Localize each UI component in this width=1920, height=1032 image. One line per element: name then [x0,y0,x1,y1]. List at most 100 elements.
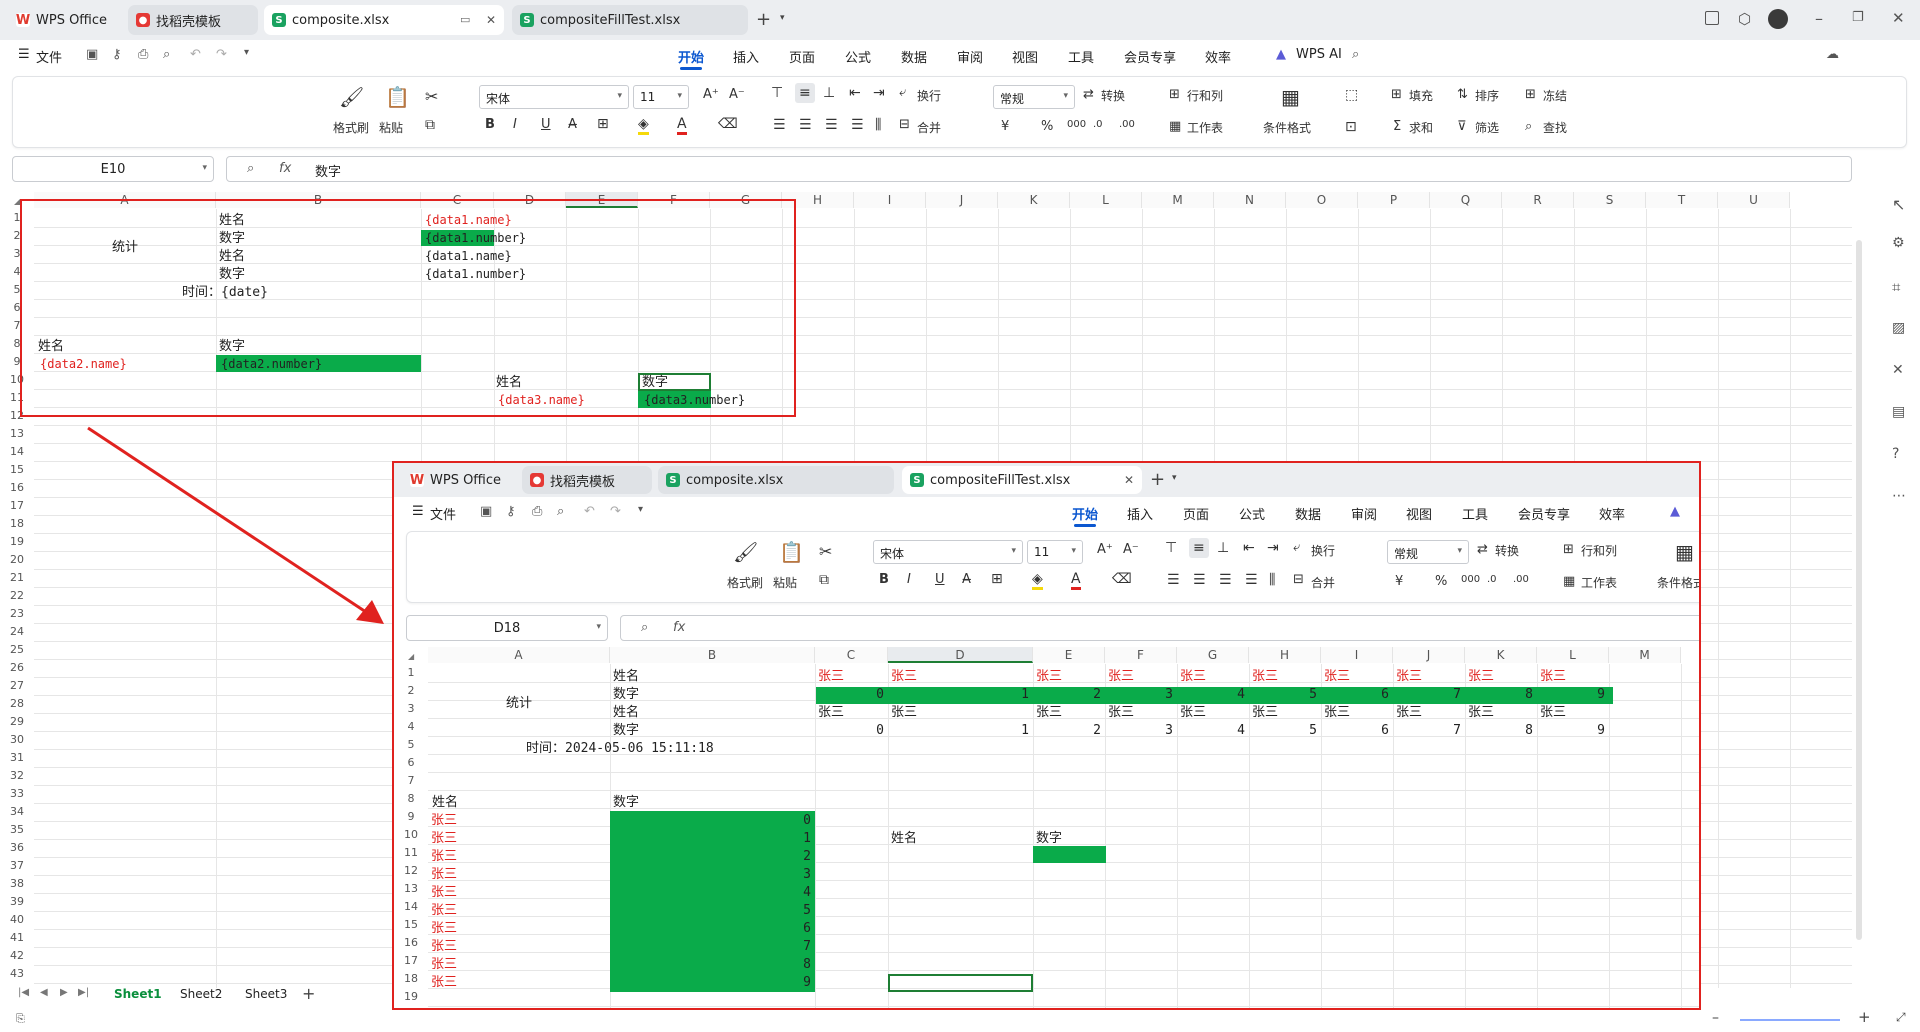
underline-icon[interactable]: U [935,572,945,587]
undo-icon[interactable]: ↶ [584,504,595,519]
redo-icon[interactable]: ↷ [216,47,227,62]
b-column-number-cell[interactable]: 1 [610,831,811,846]
freeze-button[interactable]: 冻结 [1543,87,1567,104]
column-header-h[interactable]: H [1249,647,1321,663]
menu-home[interactable]: 开始 [678,47,704,70]
column-header-t[interactable]: T [1646,192,1718,208]
last-sheet-icon[interactable]: ▶| [78,987,89,998]
number-format-select[interactable]: 常规 ▾ [1387,540,1469,564]
row1-name-cell[interactable]: 张三 [1108,669,1134,684]
redo-icon[interactable]: ↷ [610,504,621,519]
row3-name-cell[interactable]: 张三 [1324,705,1350,720]
row2-number-cell[interactable]: 3 [1105,687,1173,702]
row4-number-cell[interactable]: 1 [888,723,1029,738]
paste-icon[interactable]: 📋 [779,540,804,564]
row-header-15[interactable]: 15 [396,918,426,931]
align-bottom-icon[interactable]: ⊥ [823,85,835,101]
align-left-icon[interactable]: ☰ [1167,572,1180,588]
row-header-28[interactable]: 28 [2,697,32,710]
row3-name-cell[interactable]: 张三 [1036,705,1062,720]
column-header-q[interactable]: Q [1430,192,1502,208]
column-header-i[interactable]: I [1321,647,1393,663]
row-header-16[interactable]: 16 [396,936,426,949]
row3-name-cell[interactable]: 张三 [1540,705,1566,720]
a-column-name-cell[interactable]: 张三 [431,867,457,882]
cell-time[interactable]: 时间：2024-05-06 15:11:18 [526,741,714,756]
close-window-icon[interactable]: ✕ [1892,9,1905,27]
row1-name-cell[interactable]: 张三 [818,669,844,684]
cell-b4[interactable]: 数字 [613,723,639,738]
column-header-f[interactable]: F [1105,647,1177,663]
more-chevron-icon[interactable]: ▾ [244,47,249,58]
row-header-10[interactable]: 10 [396,828,426,841]
worksheet-button[interactable]: 工作表 [1581,574,1617,591]
row-header-42[interactable]: 42 [2,949,32,962]
a-column-name-cell[interactable]: 张三 [431,903,457,918]
cell-b3[interactable]: 姓名 [613,705,639,720]
b-column-number-cell[interactable]: 9 [610,975,811,990]
row2-number-cell[interactable]: 2 [1033,687,1101,702]
b-column-number-cell[interactable]: 4 [610,885,811,900]
fill-color-icon[interactable]: ◈ [638,116,649,135]
row3-name-cell[interactable]: 张三 [891,705,917,720]
wrap-button[interactable]: 换行 [1311,542,1335,559]
indent-icon[interactable]: ⇤ [849,85,861,101]
currency-icon[interactable]: ¥ [1001,119,1009,134]
row1-name-cell[interactable]: 张三 [1252,669,1278,684]
cond-format-button[interactable]: 条件格式 [1657,574,1699,591]
row2-number-cell[interactable]: 0 [815,687,884,702]
align-top-icon[interactable]: ⊤ [771,85,783,101]
save-icon[interactable]: ▣ [86,47,98,62]
print-icon[interactable]: ⎙ [138,47,148,62]
row-header-34[interactable]: 34 [2,805,32,818]
function-icon[interactable]: fx [673,620,685,635]
thousands-icon[interactable]: 000 [1461,574,1480,585]
row1-name-cell[interactable]: 张三 [1468,669,1494,684]
menu-review[interactable]: 审阅 [957,47,983,66]
row-header-39[interactable]: 39 [2,895,32,908]
menu-member[interactable]: 会员专享 [1124,47,1176,66]
percent-icon[interactable]: % [1041,119,1053,134]
row4-number-cell[interactable]: 5 [1249,723,1317,738]
column-header-l[interactable]: L [1070,192,1142,208]
b-column-number-cell[interactable]: 0 [610,813,811,828]
eraser-icon[interactable]: ⌫ [718,116,738,132]
font-size-select[interactable]: 11 ▾ [633,85,689,109]
hamburger-icon[interactable]: ☰ [412,504,424,519]
b-column-number-cell[interactable]: 7 [610,939,811,954]
a-column-name-cell[interactable]: 张三 [431,957,457,972]
help-icon[interactable]: ? [1892,446,1899,462]
inset-tab-wps-office[interactable]: W WPS Office [402,466,514,494]
align-center-icon[interactable]: ☰ [1193,572,1206,588]
font-name-select[interactable]: 宋体 ▾ [873,540,1023,564]
align-middle-icon[interactable]: ≡ [795,83,815,103]
worksheet-button[interactable]: 工作表 [1187,119,1223,136]
inset-menu-file[interactable]: 文件 [430,504,456,523]
column-header-l[interactable]: L [1537,647,1609,663]
inset-menu-formula[interactable]: 公式 [1239,504,1265,523]
cond-format-icon[interactable]: ▦ [1281,85,1300,109]
row-header-3[interactable]: 3 [396,702,426,715]
bold-icon[interactable]: B [485,117,495,132]
filter-icon[interactable]: ⊽ [1457,119,1467,134]
avatar[interactable] [1768,9,1788,29]
minimize-icon[interactable]: – [1815,9,1823,28]
tab-composite[interactable]: S composite.xlsx ▭ ✕ [264,5,504,35]
align-right-icon[interactable]: ☰ [825,117,838,133]
row4-number-cell[interactable]: 8 [1465,723,1533,738]
more-icon[interactable]: ⋯ [1892,488,1906,504]
chevron-down-icon[interactable]: ▾ [780,13,785,23]
row-header-13[interactable]: 13 [2,427,32,440]
cell-b8[interactable]: 数字 [613,795,639,810]
find-button[interactable]: 查找 [1543,119,1567,136]
row-header-40[interactable]: 40 [2,913,32,926]
decrease-font-icon[interactable]: A⁻ [729,87,745,102]
row3-name-cell[interactable]: 张三 [818,705,844,720]
eraser-icon[interactable]: ⌫ [1112,571,1132,587]
inset-menu-review[interactable]: 审阅 [1351,504,1377,523]
a-column-name-cell[interactable]: 张三 [431,885,457,900]
tools-icon[interactable]: ✕ [1892,362,1904,378]
fullscreen-icon[interactable]: ⤢ [1896,1010,1906,1025]
justify-icon[interactable]: ☰ [1245,572,1258,588]
format-painter-icon[interactable]: 🖌 [733,540,758,564]
